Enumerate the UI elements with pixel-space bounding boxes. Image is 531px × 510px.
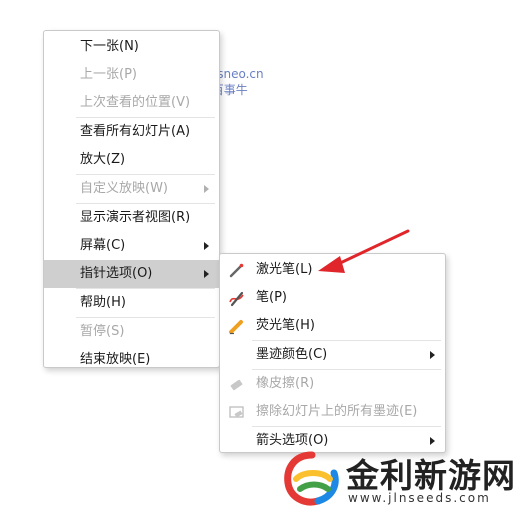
annotation-arrow-icon <box>318 229 410 273</box>
brand-name: 金利新游网 <box>346 456 516 495</box>
brand-url: www.jlnseeds.com <box>348 491 491 505</box>
site-logo: 金利新游网 www.jlnseeds.com <box>280 447 531 510</box>
brand-logo-icon <box>284 451 339 506</box>
